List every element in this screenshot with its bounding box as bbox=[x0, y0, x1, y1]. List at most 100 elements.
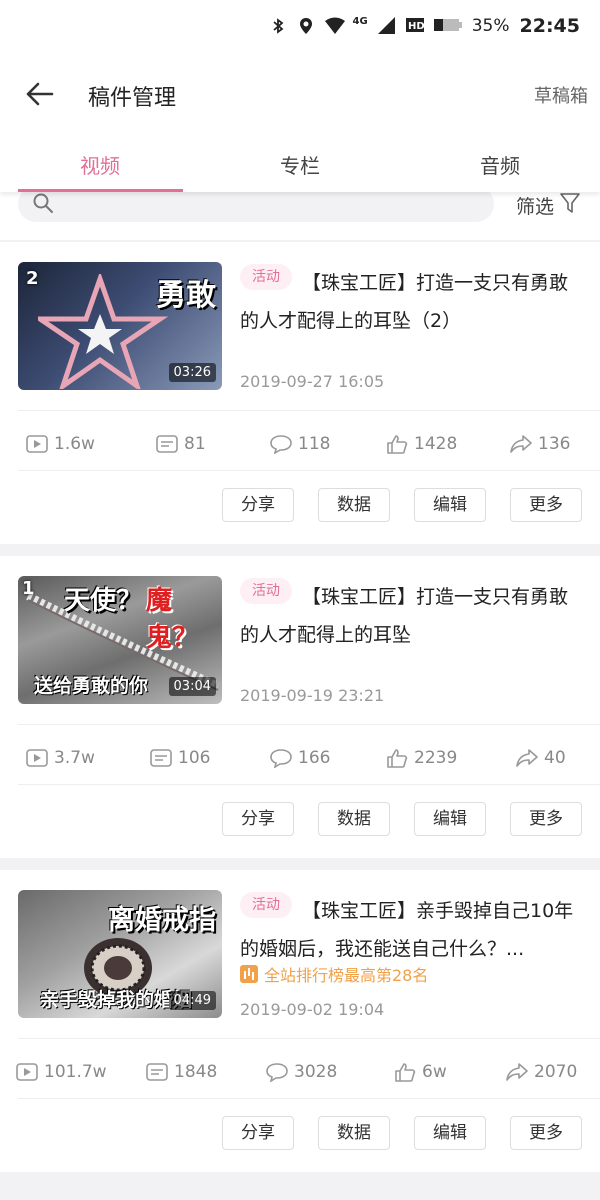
comment-icon bbox=[270, 748, 292, 768]
action-buttons: 分享 数据 编辑 更多 bbox=[222, 802, 582, 836]
shares-count: 2070 bbox=[534, 1062, 578, 1082]
ranking-info[interactable]: 全站排行榜最高第28名 bbox=[240, 962, 428, 986]
star-earring-image bbox=[38, 274, 168, 389]
more-button[interactable]: 更多 bbox=[510, 488, 582, 522]
likes-stat[interactable]: 2239 bbox=[386, 748, 457, 768]
play-count-icon bbox=[26, 748, 48, 768]
comments-count: 166 bbox=[298, 748, 331, 768]
video-card[interactable]: 离婚戒指 亲手毁掉我的婚姻 04:49 活动 【珠宝工匠】亲手毁掉自己10年的婚… bbox=[0, 870, 600, 1172]
thumbnail-caption-devil: 魔鬼？ bbox=[146, 586, 199, 653]
video-duration: 04:49 bbox=[168, 991, 216, 1010]
video-thumbnail[interactable]: 2 勇敢 03:26 bbox=[18, 262, 222, 390]
more-button[interactable]: 更多 bbox=[510, 1116, 582, 1150]
shares-stat[interactable]: 136 bbox=[510, 434, 570, 454]
location-icon bbox=[297, 17, 315, 35]
comments-count: 3028 bbox=[294, 1062, 338, 1082]
video-title[interactable]: 【珠宝工匠】打造一支只有勇敢的人才配得上的耳坠（2） bbox=[240, 264, 580, 340]
likes-count: 6w bbox=[422, 1062, 447, 1082]
danmaku-stat: 81 bbox=[156, 434, 206, 454]
video-title[interactable]: 【珠宝工匠】打造一支只有勇敢的人才配得上的耳坠 bbox=[240, 578, 580, 654]
data-button[interactable]: 数据 bbox=[318, 488, 390, 522]
tab-audio[interactable]: 音频 bbox=[400, 150, 600, 179]
likes-stat[interactable]: 6w bbox=[394, 1062, 447, 1082]
danmaku-count: 106 bbox=[178, 748, 211, 768]
share-button[interactable]: 分享 bbox=[222, 802, 294, 836]
danmaku-stat: 106 bbox=[150, 748, 210, 768]
network-type-label: 4G bbox=[352, 15, 368, 27]
thumbnail-caption: 离婚戒指 bbox=[108, 905, 216, 936]
clock: 22:45 bbox=[519, 15, 580, 37]
divider bbox=[18, 410, 600, 411]
video-date: 2019-09-27 16:05 bbox=[240, 372, 385, 391]
share-arrow-icon bbox=[506, 1062, 528, 1082]
tab-video[interactable]: 视频 bbox=[0, 150, 200, 179]
battery-icon bbox=[433, 17, 462, 35]
danmaku-icon bbox=[156, 434, 178, 454]
action-buttons: 分享 数据 编辑 更多 bbox=[222, 488, 582, 522]
video-card[interactable]: 2 勇敢 03:26 活动 【珠宝工匠】打造一支只有勇敢的人才配得上的耳坠（2）… bbox=[0, 242, 600, 544]
action-buttons: 分享 数据 编辑 更多 bbox=[222, 1116, 582, 1150]
comments-stat[interactable]: 118 bbox=[270, 434, 330, 454]
wifi-icon bbox=[324, 17, 345, 35]
bar-chart-icon bbox=[240, 965, 258, 983]
shares-count: 40 bbox=[544, 748, 566, 768]
thumbs-up-icon bbox=[386, 748, 408, 768]
back-arrow-icon[interactable] bbox=[24, 78, 56, 110]
comments-stat[interactable]: 166 bbox=[270, 748, 330, 768]
svg-text:HD: HD bbox=[408, 21, 424, 32]
funnel-icon bbox=[560, 192, 580, 219]
app-header: 稿件管理 草稿箱 bbox=[0, 52, 600, 138]
play-count-icon bbox=[16, 1062, 38, 1082]
thumbnail-caption: 勇敢 bbox=[156, 278, 216, 313]
ranking-text: 全站排行榜最高第28名 bbox=[264, 966, 429, 985]
page-title: 稿件管理 bbox=[88, 86, 177, 111]
filter-button[interactable]: 筛选 bbox=[516, 192, 580, 219]
comment-icon bbox=[266, 1062, 288, 1082]
search-icon bbox=[32, 192, 54, 214]
divider bbox=[18, 1038, 600, 1039]
video-date: 2019-09-02 19:04 bbox=[240, 1000, 385, 1019]
data-button[interactable]: 数据 bbox=[318, 802, 390, 836]
share-button[interactable]: 分享 bbox=[222, 488, 294, 522]
divider bbox=[18, 470, 600, 471]
video-duration: 03:04 bbox=[168, 677, 216, 696]
tab-column[interactable]: 专栏 bbox=[200, 150, 400, 179]
comments-stat[interactable]: 3028 bbox=[266, 1062, 337, 1082]
video-thumbnail[interactable]: 离婚戒指 亲手毁掉我的婚姻 04:49 bbox=[18, 890, 222, 1018]
divider bbox=[18, 784, 600, 785]
thumbnail-rank: 2 bbox=[26, 268, 39, 289]
search-row: 筛选 bbox=[0, 186, 600, 240]
comments-count: 118 bbox=[298, 434, 331, 454]
share-button[interactable]: 分享 bbox=[222, 1116, 294, 1150]
thumbs-up-icon bbox=[394, 1062, 416, 1082]
edit-button[interactable]: 编辑 bbox=[414, 488, 486, 522]
video-thumbnail[interactable]: 1 天使？ 魔鬼？ 送给勇敢的你 03:04 bbox=[18, 576, 222, 704]
data-button[interactable]: 数据 bbox=[318, 1116, 390, 1150]
video-title[interactable]: 【珠宝工匠】亲手毁掉自己10年的婚姻后，我还能送自己什么？... bbox=[240, 892, 580, 968]
bluetooth-icon bbox=[269, 17, 287, 35]
play-count-icon bbox=[26, 434, 48, 454]
more-button[interactable]: 更多 bbox=[510, 802, 582, 836]
likes-stat[interactable]: 1428 bbox=[386, 434, 457, 454]
drafts-button[interactable]: 草稿箱 bbox=[534, 82, 588, 108]
thumbnail-caption-angel: 天使？ bbox=[64, 586, 143, 616]
share-arrow-icon bbox=[516, 748, 538, 768]
comment-icon bbox=[270, 434, 292, 454]
danmaku-stat: 1848 bbox=[146, 1062, 217, 1082]
shares-count: 136 bbox=[538, 434, 571, 454]
video-duration: 03:26 bbox=[168, 363, 216, 382]
views-stat: 1.6w bbox=[26, 434, 95, 454]
edit-button[interactable]: 编辑 bbox=[414, 1116, 486, 1150]
views-stat: 101.7w bbox=[16, 1062, 107, 1082]
views-count: 1.6w bbox=[54, 434, 95, 454]
thumbnail-subtitle: 送给勇敢的你 bbox=[34, 675, 149, 697]
divider bbox=[18, 1098, 600, 1099]
shares-stat[interactable]: 40 bbox=[516, 748, 566, 768]
edit-button[interactable]: 编辑 bbox=[414, 802, 486, 836]
video-card[interactable]: 1 天使？ 魔鬼？ 送给勇敢的你 03:04 活动 【珠宝工匠】打造一支只有勇敢… bbox=[0, 556, 600, 858]
likes-count: 2239 bbox=[414, 748, 458, 768]
divider bbox=[18, 724, 600, 725]
shares-stat[interactable]: 2070 bbox=[506, 1062, 577, 1082]
status-bar: 4G HD 35% 22:45 bbox=[0, 0, 600, 52]
views-count: 101.7w bbox=[44, 1062, 107, 1082]
